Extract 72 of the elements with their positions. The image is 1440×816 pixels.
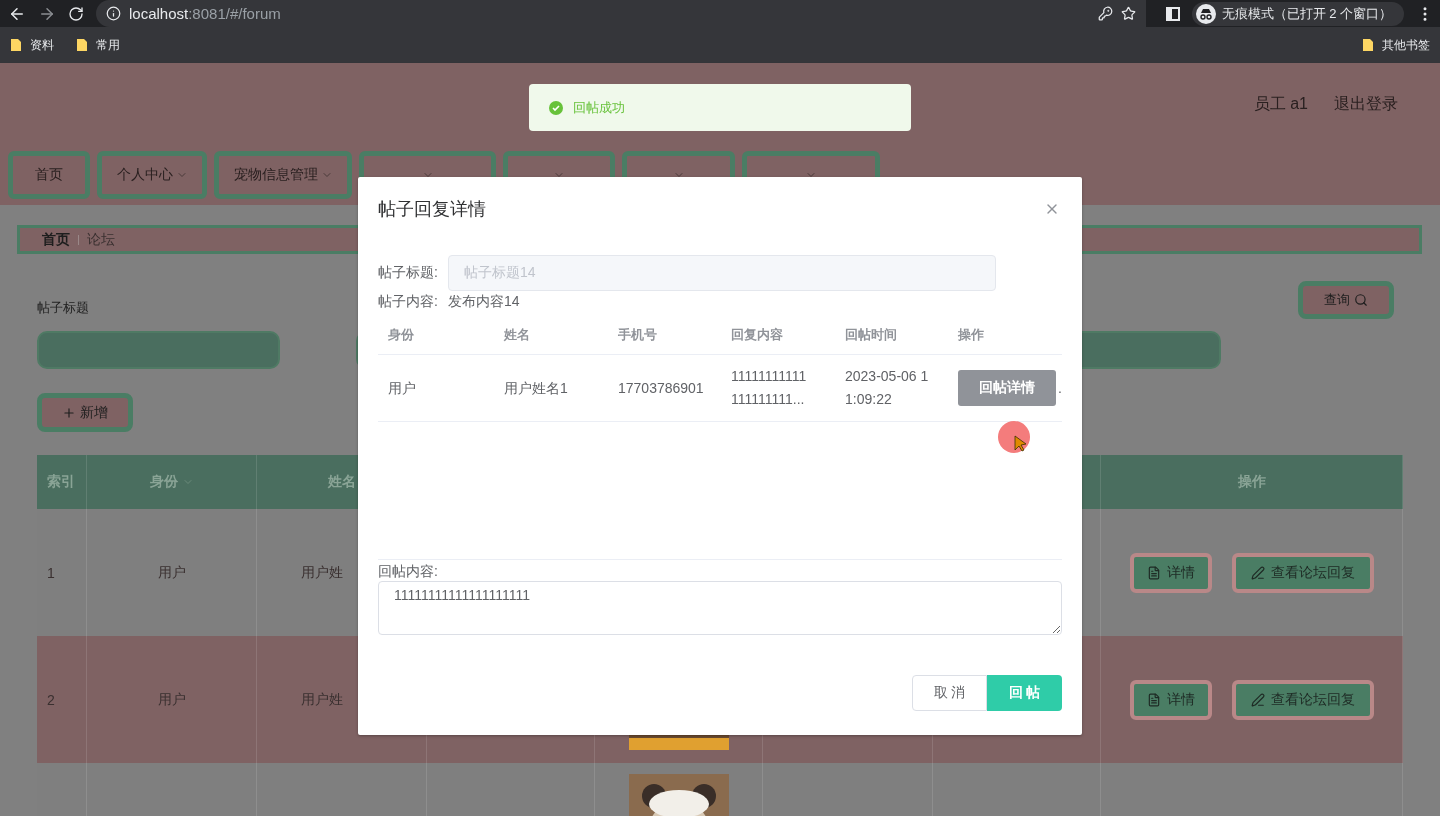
pen-icon xyxy=(1250,565,1265,580)
table-cell: 用户姓 xyxy=(300,563,343,582)
star-icon[interactable] xyxy=(1120,6,1136,21)
incognito-label: 无痕模式（已打开 2 个窗口） xyxy=(1221,4,1392,23)
pen-icon xyxy=(1250,692,1265,707)
column-header: 回帖时间 xyxy=(844,325,898,344)
search-label: 帖子标题 xyxy=(37,299,90,317)
search-field[interactable] xyxy=(37,331,280,369)
cancel-button[interactable]: 取 消 xyxy=(912,675,987,711)
table-cell: 1 xyxy=(47,564,55,581)
table-cell: 用户姓 xyxy=(300,690,343,709)
view-replies-button[interactable]: 查看论坛回复 xyxy=(1231,679,1374,720)
dialog-title: 帖子回复详情 xyxy=(378,198,486,221)
reply-details-button[interactable]: 回帖详情 xyxy=(958,370,1057,406)
table-cell-text: 用户 xyxy=(387,378,417,398)
bookmark-folder[interactable]: 资料 xyxy=(10,36,54,54)
post-content: 发布内容14 xyxy=(448,293,520,311)
logout-link[interactable]: 退出登录 xyxy=(1334,93,1398,115)
folder-icon xyxy=(10,38,22,52)
details-button[interactable]: 详情 xyxy=(1129,552,1212,593)
incognito-icon xyxy=(1198,7,1213,20)
folder-icon xyxy=(76,38,88,52)
info-icon[interactable] xyxy=(106,6,121,21)
sidebar-icon[interactable] xyxy=(1165,6,1180,21)
breadcrumb-link[interactable]: 首页 xyxy=(42,230,70,249)
cursor-icon xyxy=(998,421,1032,455)
field-label: 帖子内容: xyxy=(378,293,439,311)
table-cell-text: 2023-05-06 1 1:09:22 xyxy=(844,367,930,409)
nav-menu-item[interactable]: 宠物信息管理 xyxy=(214,151,352,199)
document-icon xyxy=(1146,692,1161,707)
column-header: 操作 xyxy=(957,325,985,344)
reply-input[interactable]: 11111111111111111111 xyxy=(378,581,1062,635)
reload-icon[interactable] xyxy=(68,5,84,22)
nav-label: 宠物信息管理 xyxy=(233,166,318,184)
check-circle-icon xyxy=(549,100,563,115)
table-cell-text: 用户姓名1 xyxy=(503,378,569,398)
document-icon xyxy=(1146,565,1161,580)
field-label: 帖子标题: xyxy=(378,264,439,282)
table-cell: 用户 xyxy=(157,563,186,582)
details-button[interactable]: 详情 xyxy=(1129,679,1212,720)
user-name: 员工 a1 xyxy=(1253,93,1308,114)
plus-icon xyxy=(62,405,76,420)
table-cell: 用户 xyxy=(157,690,186,709)
bookmark-folder[interactable]: 常用 xyxy=(76,36,120,54)
column-header: 姓名 xyxy=(503,325,531,344)
nav-menu-item[interactable]: 首页 xyxy=(8,151,90,199)
add-button[interactable]: 新增 xyxy=(37,393,133,432)
column-header: 身份 xyxy=(149,473,178,491)
toast-message: 回帖成功 xyxy=(573,98,625,117)
table-cell-text: 17703786901 xyxy=(617,378,705,398)
table-cell: 2 xyxy=(47,691,55,708)
nav-menu-item[interactable]: 个人中心 xyxy=(97,151,207,199)
field-label: 回帖内容: xyxy=(378,563,439,581)
nav-label: 首页 xyxy=(35,166,63,184)
query-button[interactable]: 查询 xyxy=(1298,281,1394,319)
incognito-chip[interactable]: 无痕模式（已打开 2 个窗口） xyxy=(1191,1,1404,26)
column-header: 身份 xyxy=(387,325,415,344)
column-header: 操作 xyxy=(1237,473,1266,491)
breadcrumb-current: 论坛 xyxy=(87,230,115,249)
folder-icon xyxy=(1362,38,1374,52)
nav-label: 个人中心 xyxy=(116,166,173,184)
column-header: 回复内容 xyxy=(730,325,784,344)
column-header: 手机号 xyxy=(617,325,658,344)
bookmark-folder[interactable]: 其他书签 xyxy=(1362,36,1430,54)
submit-button[interactable]: 回 帖 xyxy=(987,675,1062,711)
column-header: 索引 xyxy=(47,473,75,491)
table-cell-text: 11111111111 111111111... xyxy=(730,367,808,409)
search-icon xyxy=(1354,293,1368,307)
key-icon[interactable] xyxy=(1097,6,1113,21)
column-header: 姓名 xyxy=(327,473,356,491)
view-replies-button[interactable]: 查看论坛回复 xyxy=(1231,552,1374,593)
overflow-dot: . xyxy=(1058,380,1062,396)
